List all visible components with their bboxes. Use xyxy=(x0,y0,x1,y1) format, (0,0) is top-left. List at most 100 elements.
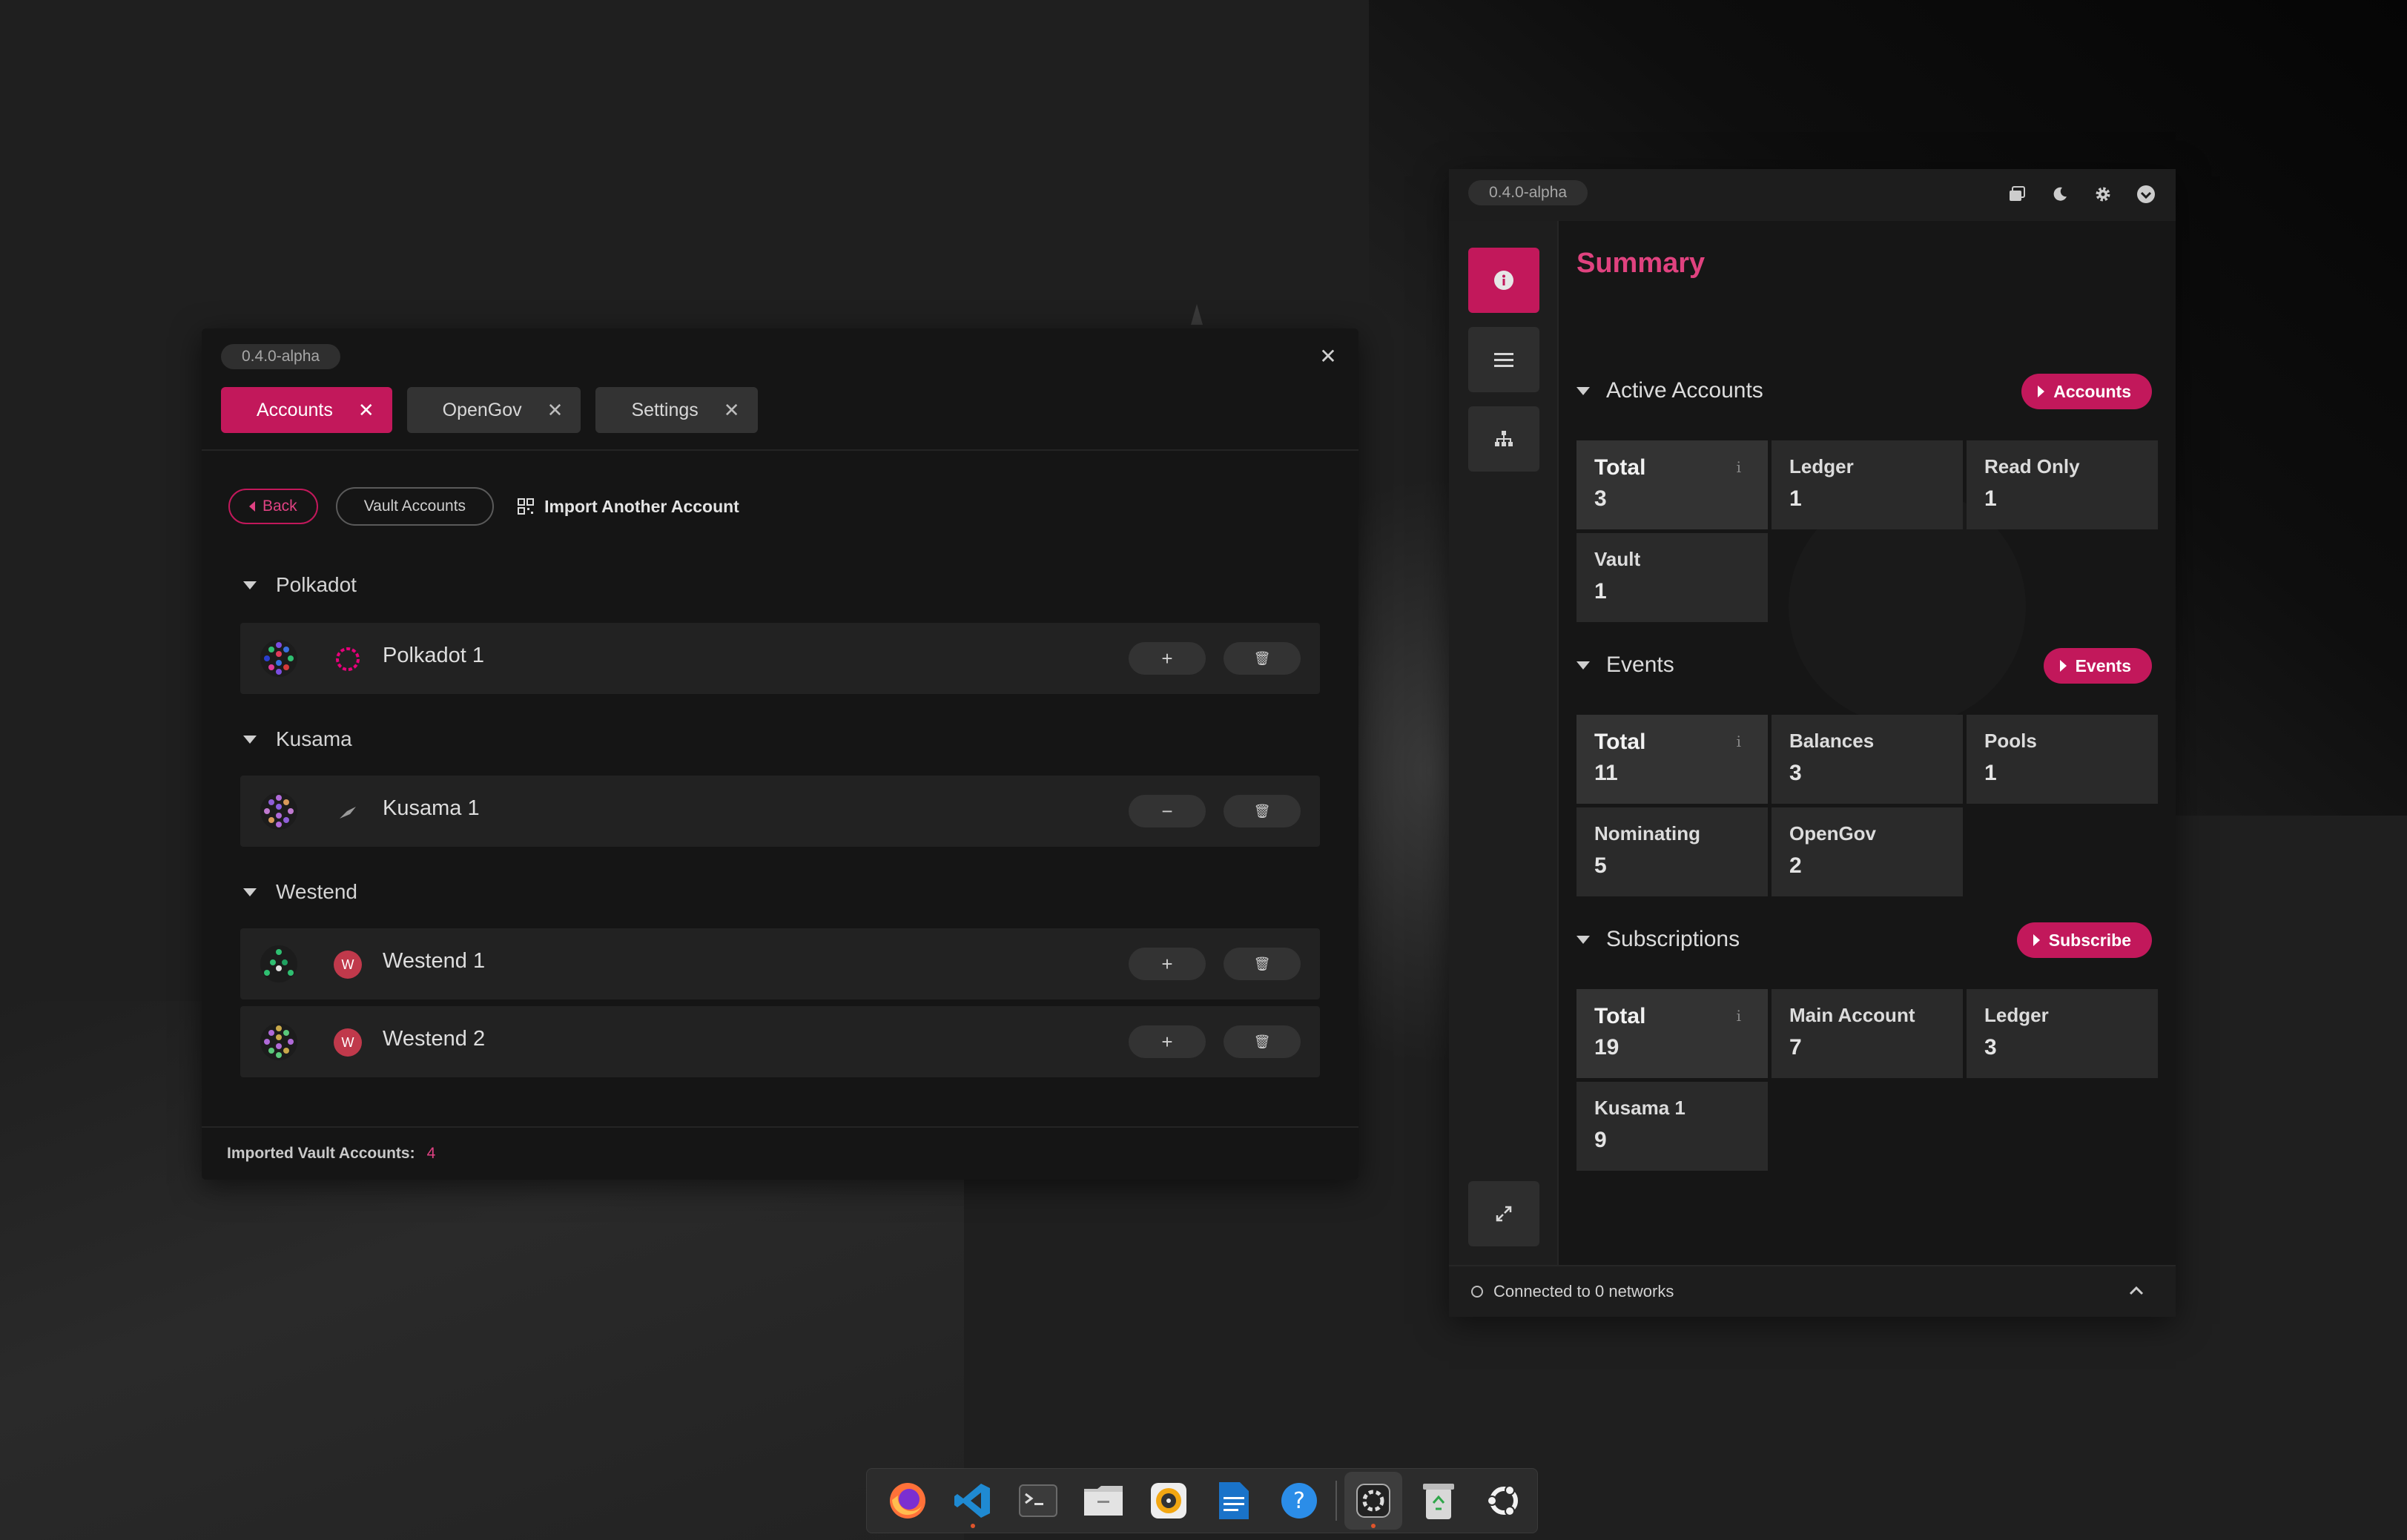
subscribe-button[interactable]: Subscribe xyxy=(2016,922,2152,958)
account-row-westend-2[interactable]: W Westend 2 + 🗑 xyxy=(240,1006,1320,1077)
section-active-accounts-toggle[interactable]: Active Accounts xyxy=(1576,378,1763,403)
subscriptions-grid: Total i 19 Main Account 7 Ledger 3 Kusam… xyxy=(1576,989,2158,1171)
svg-text:?: ? xyxy=(1293,1488,1305,1514)
back-button[interactable]: Back xyxy=(228,489,318,524)
identicon xyxy=(260,640,297,677)
summary-panel: Summary Active Accounts Accounts Total i… xyxy=(1559,221,2176,1265)
close-tab-icon[interactable]: ✕ xyxy=(724,399,740,422)
expand-button[interactable] xyxy=(1468,1181,1539,1246)
delete-account-button[interactable]: 🗑 xyxy=(1224,948,1301,980)
import-account-button[interactable]: Import Another Account xyxy=(518,497,739,517)
group-kusama-toggle[interactable]: Kusama xyxy=(243,727,352,751)
events-button[interactable]: Events xyxy=(2043,648,2152,684)
delete-account-button[interactable]: 🗑 xyxy=(1224,1025,1301,1058)
version-badge: 0.4.0-alpha xyxy=(1468,180,1588,205)
stat-label: Kusama 1 xyxy=(1594,1097,1685,1119)
tab-bar: Accounts ✕ OpenGov ✕ Settings ✕ xyxy=(221,387,758,433)
side-nav xyxy=(1449,221,1559,1265)
stat-value: 19 xyxy=(1594,1035,1619,1060)
moon-icon[interactable] xyxy=(2050,184,2070,205)
stat-label: Total xyxy=(1594,730,1646,754)
westend-chain-icon: W xyxy=(334,951,362,979)
trash-icon: 🗑 xyxy=(1253,956,1271,971)
dock-separator xyxy=(1335,1481,1337,1521)
help-icon[interactable]: ? xyxy=(1270,1472,1328,1530)
windows-icon[interactable] xyxy=(2007,184,2027,205)
stat-value: 3 xyxy=(1984,1035,1997,1060)
stat-value: 1 xyxy=(1984,486,1997,511)
summary-window: 0.4.0-alpha Summary Active Accounts Acco… xyxy=(1449,169,2176,1317)
stat-card: Kusama 1 9 xyxy=(1576,1082,1768,1171)
ubuntu-icon[interactable] xyxy=(1475,1472,1533,1530)
group-westend-toggle[interactable]: Westend xyxy=(243,880,357,904)
chevron-up-icon[interactable] xyxy=(2127,1281,2146,1305)
account-row-kusama-1[interactable]: Kusama 1 − 🗑 xyxy=(240,776,1320,847)
nav-summary[interactable] xyxy=(1468,248,1539,313)
close-tab-icon[interactable]: ✕ xyxy=(547,399,564,422)
tab-accounts[interactable]: Accounts ✕ xyxy=(221,387,392,433)
caret-right-icon xyxy=(2033,934,2040,946)
button-label: Accounts xyxy=(2053,381,2131,401)
nav-list[interactable] xyxy=(1468,327,1539,392)
stat-card: Ledger 1 xyxy=(1772,440,1963,529)
stat-value: 3 xyxy=(1594,486,1607,511)
section-subscriptions-toggle[interactable]: Subscriptions xyxy=(1576,927,1740,952)
vault-accounts-button[interactable]: Vault Accounts xyxy=(335,487,495,526)
trash-icon: 🗑 xyxy=(1253,803,1271,819)
expand-arrows-icon xyxy=(1496,1206,1512,1222)
tab-label: OpenGov xyxy=(442,399,522,420)
terminal-icon[interactable] xyxy=(1009,1472,1067,1530)
trash-icon[interactable] xyxy=(1410,1472,1467,1530)
stat-value: 2 xyxy=(1789,853,1802,878)
account-row-westend-1[interactable]: W Westend 1 + 🗑 xyxy=(240,928,1320,999)
stat-card: Pools 1 xyxy=(1967,715,2158,804)
stat-value: 1 xyxy=(1594,579,1607,604)
info-icon[interactable]: i xyxy=(1737,1007,1741,1025)
button-label: Events xyxy=(2075,655,2131,675)
chevron-down-circle-icon[interactable] xyxy=(2136,184,2156,205)
account-row-polkadot-1[interactable]: Polkadot 1 + 🗑 xyxy=(240,623,1320,694)
stat-card: Balances 3 xyxy=(1772,715,1963,804)
delete-account-button[interactable]: 🗑 xyxy=(1224,795,1301,827)
list-icon xyxy=(1494,353,1513,367)
tab-opengov[interactable]: OpenGov ✕ xyxy=(406,387,581,433)
section-events-toggle[interactable]: Events xyxy=(1576,652,1674,678)
group-polkadot-toggle[interactable]: Polkadot xyxy=(243,573,357,597)
stat-value: 11 xyxy=(1594,761,1618,785)
accounts-window: 0.4.0-alpha ✕ Accounts ✕ OpenGov ✕ Setti… xyxy=(202,328,1358,1180)
files-icon[interactable] xyxy=(1074,1472,1132,1530)
stat-label: Nominating xyxy=(1594,822,1700,845)
nav-network[interactable] xyxy=(1468,406,1539,472)
account-name: Polkadot 1 xyxy=(383,644,485,667)
firefox-icon[interactable] xyxy=(879,1472,937,1530)
imported-count-label: Imported Vault Accounts: xyxy=(227,1145,415,1162)
stat-label: Total xyxy=(1594,1004,1646,1028)
caret-down-icon xyxy=(1576,661,1590,670)
tab-settings[interactable]: Settings ✕ xyxy=(595,387,758,433)
add-subscription-button[interactable]: + xyxy=(1129,642,1206,675)
connection-status-text: Connected to 0 networks xyxy=(1493,1282,1674,1301)
stat-label: Ledger xyxy=(1789,455,1854,477)
music-icon[interactable] xyxy=(1140,1472,1198,1530)
stat-label: Balances xyxy=(1789,730,1875,752)
taskbar-dock: ? xyxy=(866,1468,1538,1533)
remove-subscription-button[interactable]: − xyxy=(1129,795,1206,827)
writer-icon[interactable] xyxy=(1205,1472,1263,1530)
info-icon[interactable]: i xyxy=(1737,733,1741,750)
close-tab-icon[interactable]: ✕ xyxy=(358,399,374,422)
account-name: Kusama 1 xyxy=(383,796,480,820)
delete-account-button[interactable]: 🗑 xyxy=(1224,642,1301,675)
gear-icon[interactable] xyxy=(2093,184,2113,205)
add-subscription-button[interactable]: + xyxy=(1129,1025,1206,1058)
imported-count-value: 4 xyxy=(426,1145,436,1162)
section-title: Events xyxy=(1606,652,1674,677)
add-subscription-button[interactable]: + xyxy=(1129,948,1206,980)
polkadot-app-icon[interactable] xyxy=(1344,1472,1402,1530)
trash-icon: 🗑 xyxy=(1253,1034,1271,1049)
close-window-button[interactable]: ✕ xyxy=(1315,343,1341,369)
info-icon[interactable]: i xyxy=(1737,458,1741,476)
accounts-button[interactable]: Accounts xyxy=(2021,374,2152,409)
import-label: Import Another Account xyxy=(544,496,739,516)
vscode-icon[interactable] xyxy=(944,1472,1002,1530)
identicon xyxy=(260,945,297,982)
